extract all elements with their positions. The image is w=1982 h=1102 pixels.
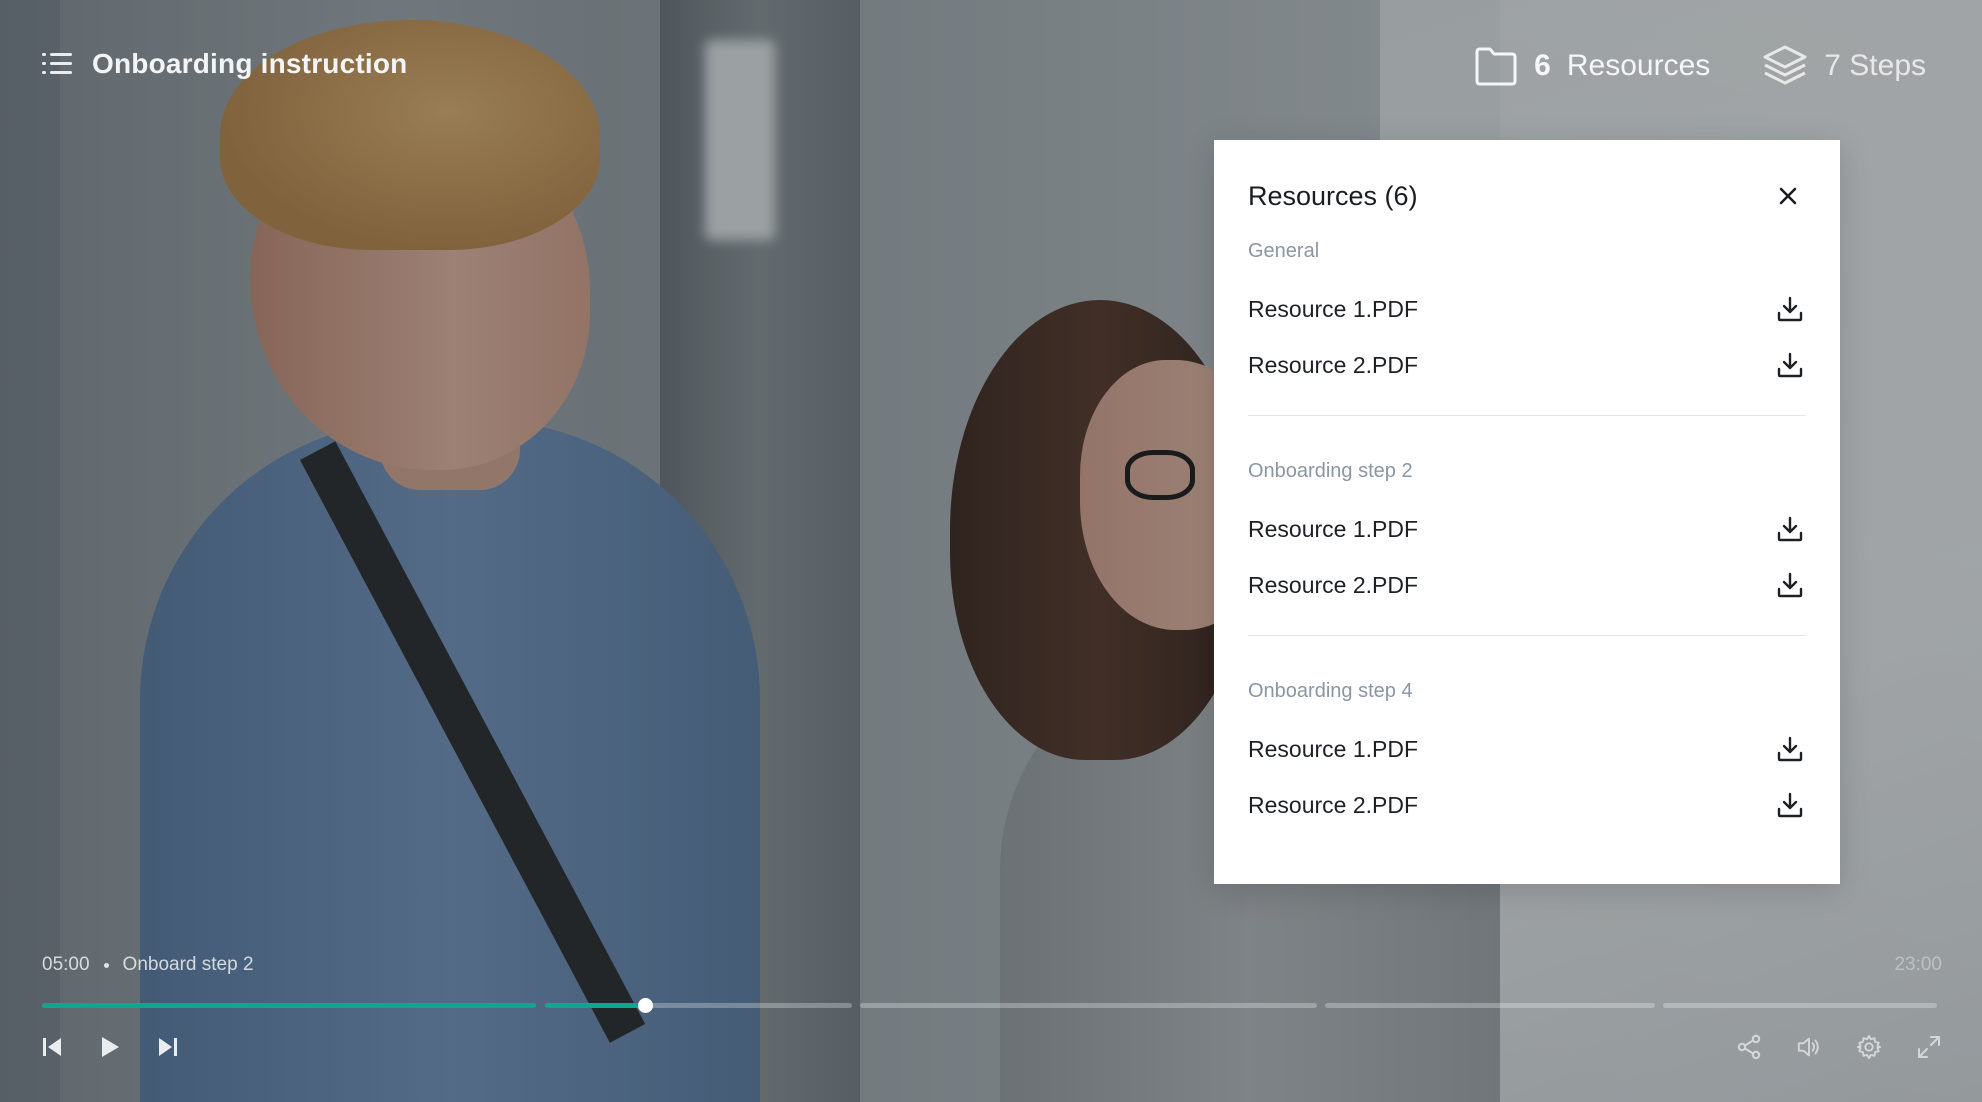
settings-button[interactable] (1856, 1030, 1882, 1064)
play-icon (102, 1037, 119, 1057)
resource-group-label: General (1248, 240, 1320, 262)
download-icon (1777, 352, 1803, 378)
resource-item[interactable]: Resource 1.PDF (1248, 501, 1806, 557)
progress-segment[interactable] (42, 1003, 536, 1008)
resource-name: Resource 2.PDF (1248, 791, 1419, 818)
resource-name: Resource 1.PDF (1248, 295, 1419, 322)
download-button[interactable] (1774, 733, 1806, 765)
volume-button[interactable] (1796, 1030, 1822, 1064)
fullscreen-button[interactable] (1916, 1030, 1942, 1064)
folder-icon (1475, 47, 1517, 86)
progress-segment[interactable] (545, 1003, 852, 1008)
resource-name: Resource 2.PDF (1248, 351, 1419, 378)
close-button[interactable] (1770, 178, 1806, 214)
progress-segment[interactable] (860, 1003, 1317, 1008)
skip-forward-icon (159, 1038, 177, 1056)
resource-name: Resource 2.PDF (1248, 571, 1419, 598)
share-icon (1737, 1034, 1761, 1060)
skip-back-icon (43, 1038, 61, 1056)
download-button[interactable] (1774, 789, 1806, 821)
resources-panel-title: Resources (6) (1248, 180, 1418, 211)
download-button[interactable] (1774, 349, 1806, 381)
close-icon (1779, 187, 1797, 205)
course-header: Onboarding instruction (42, 48, 408, 80)
resource-group: Onboarding step 2 Resource 1.PDF Resourc… (1248, 415, 1806, 613)
header-actions: 6 Resources 7 Steps (1474, 44, 1926, 88)
gear-icon (1856, 1034, 1882, 1060)
download-icon (1777, 736, 1803, 762)
download-button[interactable] (1774, 569, 1806, 601)
previous-button[interactable] (40, 1030, 64, 1064)
next-button[interactable] (156, 1030, 180, 1064)
list-icon[interactable] (42, 51, 72, 77)
resource-group-label: Onboarding step 2 (1248, 460, 1413, 482)
resource-group: General Resource 1.PDF Resource 2.PDF (1248, 240, 1806, 393)
resource-group: Onboarding step 4 Resource 1.PDF Resourc… (1248, 635, 1806, 833)
progress-knob[interactable] (638, 998, 653, 1013)
download-icon (1777, 572, 1803, 598)
fullscreen-icon (1918, 1036, 1940, 1058)
progress-segment[interactable] (1663, 1003, 1937, 1008)
current-step: Onboard step 2 (122, 954, 254, 975)
download-icon (1777, 792, 1803, 818)
download-icon (1777, 296, 1803, 322)
course-title: Onboarding instruction (92, 48, 408, 79)
total-time: 23:00 (1894, 954, 1942, 975)
resource-item[interactable]: Resource 2.PDF (1248, 557, 1806, 613)
download-icon (1777, 516, 1803, 542)
resource-item[interactable]: Resource 1.PDF (1248, 281, 1806, 337)
resources-count: 6 (1534, 49, 1551, 82)
resources-panel: Resources (6) General Resource 1.PDF Res… (1214, 140, 1840, 884)
resource-name: Resource 1.PDF (1248, 735, 1419, 762)
current-time: 05:00 (42, 954, 90, 975)
resource-item[interactable]: Resource 2.PDF (1248, 337, 1806, 393)
resource-name: Resource 1.PDF (1248, 515, 1419, 542)
share-button[interactable] (1736, 1030, 1762, 1064)
download-button[interactable] (1774, 293, 1806, 325)
resource-item[interactable]: Resource 2.PDF (1248, 777, 1806, 833)
progress-fill (545, 1003, 647, 1008)
play-button[interactable] (98, 1030, 122, 1064)
download-button[interactable] (1774, 513, 1806, 545)
steps-label: 7 Steps (1824, 49, 1926, 82)
resources-label: Resources (1566, 49, 1711, 82)
progress-segment[interactable] (1325, 1003, 1655, 1008)
volume-icon (1797, 1037, 1819, 1057)
separator-dot (103, 962, 109, 968)
resources-button[interactable]: 6 Resources (1474, 45, 1710, 87)
playback-controls (40, 1030, 180, 1064)
resource-item[interactable]: Resource 1.PDF (1248, 721, 1806, 777)
layers-icon (1763, 45, 1807, 85)
resources-panel-header: Resources (6) (1248, 174, 1806, 218)
progress-bar[interactable] (42, 998, 1942, 1013)
resource-group-label: Onboarding step 4 (1248, 680, 1413, 702)
playback-info: 05:00 Onboard step 2 (42, 954, 254, 976)
progress-fill (42, 1003, 536, 1008)
player-utility-controls (1736, 1030, 1942, 1064)
steps-button[interactable]: 7 Steps (1762, 44, 1926, 88)
